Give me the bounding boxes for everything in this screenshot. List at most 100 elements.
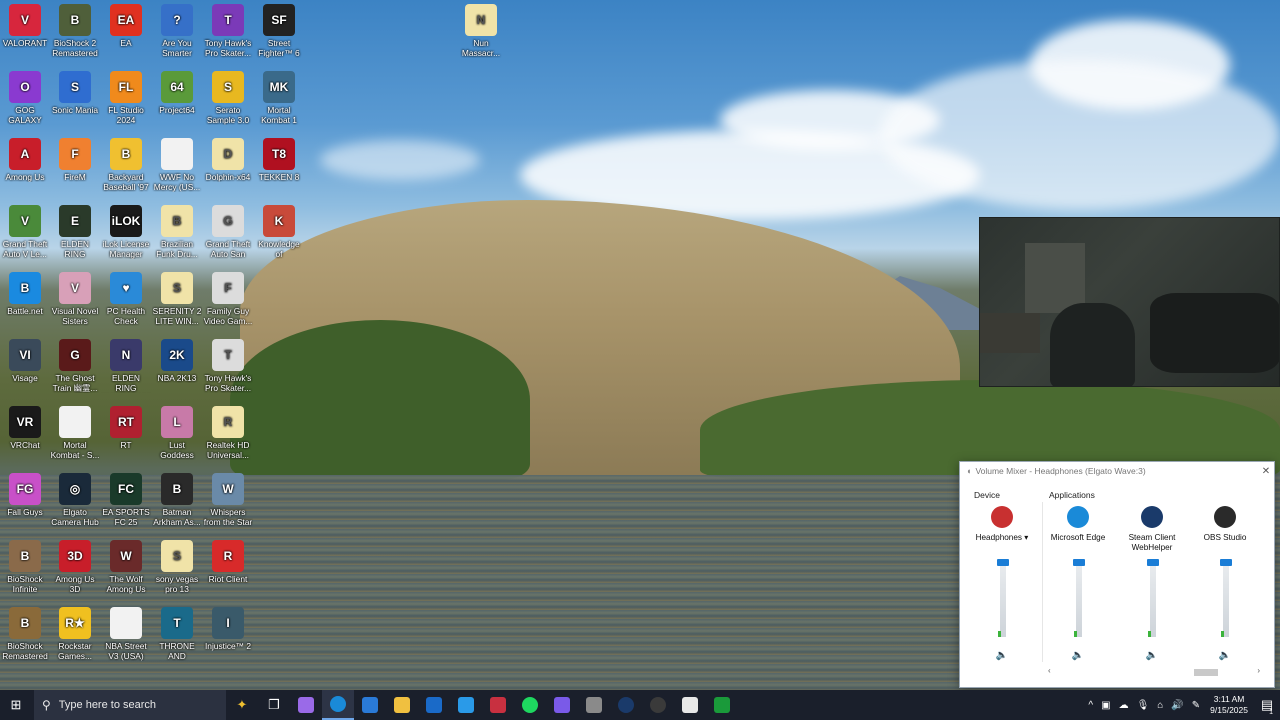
desktop-icon[interactable]: ?Are You Smarter tha... xyxy=(152,0,202,66)
volume-slider-thumb[interactable] xyxy=(1073,559,1085,567)
channel-name[interactable]: Headphones ▾ xyxy=(966,533,1038,555)
notifications-button[interactable]: ▤ 1 xyxy=(1254,690,1280,720)
desktop-icon[interactable]: FG Fall Guys xyxy=(0,469,50,535)
tray-icon[interactable]: ⌂ xyxy=(1157,700,1163,711)
desktop-icon[interactable]: T Tony Hawk's Pro Skater... xyxy=(203,0,253,66)
desktop-icon[interactable]: V Grand Theft Auto V Le... xyxy=(0,201,50,267)
desktop-icon[interactable]: WWF No Mercy (US... xyxy=(152,134,202,200)
taskbar-outlook-button[interactable] xyxy=(418,690,450,720)
taskbar-xbox-button[interactable] xyxy=(706,690,738,720)
desktop-icon[interactable]: EA EA xyxy=(101,0,151,66)
desktop-icon[interactable]: 3D Among Us 3D xyxy=(50,536,100,602)
tray-icon[interactable]: 🔊 xyxy=(1171,700,1183,711)
scroll-thumb[interactable] xyxy=(1194,669,1218,676)
desktop-icon[interactable]: F FireM xyxy=(50,134,100,200)
tray-icon[interactable]: ✎ xyxy=(1192,700,1200,711)
desktop-icon[interactable]: T8 TEKKEN 8 xyxy=(254,134,304,200)
clock[interactable]: 3:11 AM 9/15/2025 xyxy=(1210,694,1248,716)
taskbar-store-button[interactable] xyxy=(354,690,386,720)
desktop-icon[interactable]: R Realtek HD Universal... xyxy=(203,402,253,468)
webcam-preview[interactable] xyxy=(979,217,1280,387)
desktop-icon[interactable]: MK Mortal Kombat 1 xyxy=(254,67,304,133)
close-button[interactable]: ✕ xyxy=(1258,466,1274,477)
desktop-icon[interactable]: B Brazilian Funk Dru... xyxy=(152,201,202,267)
desktop-icon[interactable]: iLOK iLok License Manager xyxy=(101,201,151,267)
desktop-icon[interactable]: 64 Project64 xyxy=(152,67,202,133)
desktop-icon[interactable]: W Whispers from the Star xyxy=(203,469,253,535)
taskbar-obs-studio-button[interactable] xyxy=(642,690,674,720)
desktop-icon[interactable]: D Dolphin-x64 xyxy=(203,134,253,200)
desktop-icon[interactable]: R★ Rockstar Games... xyxy=(50,603,100,669)
desktop-icon[interactable]: B BioShock Infinite xyxy=(0,536,50,602)
tray-icon[interactable]: ^ xyxy=(1088,700,1093,711)
tray-icon[interactable]: ☁ xyxy=(1119,700,1129,711)
desktop-icon[interactable]: B Batman Arkham As... xyxy=(152,469,202,535)
desktop-icon[interactable]: T Tony Hawk's Pro Skater... xyxy=(203,335,253,401)
start-button[interactable]: ⊞ xyxy=(0,690,32,720)
mixer-titlebar[interactable]: ◖ Volume Mixer - Headphones (Elgato Wave… xyxy=(960,462,1274,480)
desktop-icon[interactable]: NBA Street V3 (USA) xyxy=(101,603,151,669)
desktop-icon[interactable]: FC EA SPORTS FC 25 xyxy=(101,469,151,535)
desktop-icon[interactable]: KKnowledge of Knowlaedy xyxy=(254,201,304,267)
volume-slider-track[interactable] xyxy=(1223,562,1229,637)
desktop-icon[interactable]: RT RT xyxy=(101,402,151,468)
desktop-icon[interactable]: E ELDEN RING xyxy=(50,201,100,267)
desktop-icon[interactable]: GGrand Theft Auto San And... xyxy=(203,201,253,267)
desktop-icon[interactable]: B BioShock 2 Remastered xyxy=(50,0,100,66)
desktop-icon[interactable]: N Nun Massacr... xyxy=(456,0,506,66)
desktop-icon[interactable]: FL FL Studio 2024 xyxy=(101,67,151,133)
desktop-icon[interactable]: W The Wolf Among Us xyxy=(101,536,151,602)
mute-speaker-icon[interactable]: 🔈 xyxy=(994,650,1010,661)
desktop-icon[interactable]: 2K NBA 2K13 xyxy=(152,335,202,401)
volume-mixer-window[interactable]: ◖ Volume Mixer - Headphones (Elgato Wave… xyxy=(959,461,1275,688)
desktop-icon[interactable]: A Among Us xyxy=(0,134,50,200)
tray-icon[interactable]: ▣ xyxy=(1101,700,1110,711)
taskbar-steam-button[interactable] xyxy=(610,690,642,720)
desktop-icon[interactable]: V Visual Novel Sisters xyxy=(50,268,100,334)
desktop-icon[interactable]: R Riot Client xyxy=(203,536,253,602)
taskbar-explorer-button[interactable] xyxy=(386,690,418,720)
desktop-icon[interactable]: B Backyard Baseball '97 xyxy=(101,134,151,200)
desktop-icon[interactable]: ♥ PC Health Check xyxy=(101,268,151,334)
desktop-icon[interactable]: S Serato Sample 3.0 xyxy=(203,67,253,133)
desktop-icon[interactable]: NELDEN RING NIGHTREIGN xyxy=(101,335,151,401)
volume-slider-track[interactable] xyxy=(1000,562,1006,637)
task-view-button[interactable]: ❐ xyxy=(258,690,290,720)
desktop-icon[interactable]: S Sonic Mania xyxy=(50,67,100,133)
taskbar-media-button[interactable] xyxy=(482,690,514,720)
taskbar-copilot-button[interactable] xyxy=(290,690,322,720)
desktop-icon[interactable]: Ssony vegas pro 13 xyxy=(152,536,202,602)
widgets-button[interactable]: ✦ xyxy=(226,690,258,720)
volume-slider-track[interactable] xyxy=(1076,562,1082,637)
taskbar-obs-button[interactable] xyxy=(578,690,610,720)
desktop-icon[interactable]: B Battle.net xyxy=(0,268,50,334)
volume-slider-thumb[interactable] xyxy=(1220,559,1232,567)
desktop-icon[interactable]: VI Visage xyxy=(0,335,50,401)
taskbar-discord-like-button[interactable] xyxy=(546,690,578,720)
desktop-icon[interactable]: SF Street Fighter™ 6 xyxy=(254,0,304,66)
horizontal-scrollbar[interactable]: ‹ › xyxy=(1044,666,1262,678)
desktop-icon[interactable]: VR VRChat xyxy=(0,402,50,468)
desktop-icon[interactable]: S SERENITY 2 LITE WIN... xyxy=(152,268,202,334)
taskbar-photos-button[interactable] xyxy=(450,690,482,720)
desktop-icon[interactable]: O GOG GALAXY xyxy=(0,67,50,133)
mute-speaker-icon[interactable]: 🔈 xyxy=(1144,650,1160,661)
desktop-icon[interactable]: B BioShock Remastered xyxy=(0,603,50,669)
desktop-icon[interactable]: G The Ghost Train 幽霊... xyxy=(50,335,100,401)
volume-slider-thumb[interactable] xyxy=(1147,559,1159,567)
desktop-icon[interactable]: I Injustice™ 2 xyxy=(203,603,253,669)
volume-slider-track[interactable] xyxy=(1150,562,1156,637)
mute-speaker-icon[interactable]: 🔈 xyxy=(1217,650,1233,661)
desktop-icon[interactable]: Mortal Kombat - S... xyxy=(50,402,100,468)
taskbar-game-button[interactable] xyxy=(674,690,706,720)
tray-icon[interactable]: 🎙 xyxy=(1137,700,1150,711)
desktop-icon[interactable]: ◎ Elgato Camera Hub xyxy=(50,469,100,535)
volume-slider-thumb[interactable] xyxy=(997,559,1009,567)
taskbar-spotify-button[interactable] xyxy=(514,690,546,720)
desktop-icon[interactable]: V VALORANT xyxy=(0,0,50,66)
desktop-icon[interactable]: F Family Guy Video Gam... xyxy=(203,268,253,334)
desktop-icon[interactable]: L Lust Goddess xyxy=(152,402,202,468)
scroll-right-icon[interactable]: › xyxy=(1257,666,1260,675)
taskbar-edge-button[interactable] xyxy=(322,690,354,720)
scroll-left-icon[interactable]: ‹ xyxy=(1048,666,1051,675)
